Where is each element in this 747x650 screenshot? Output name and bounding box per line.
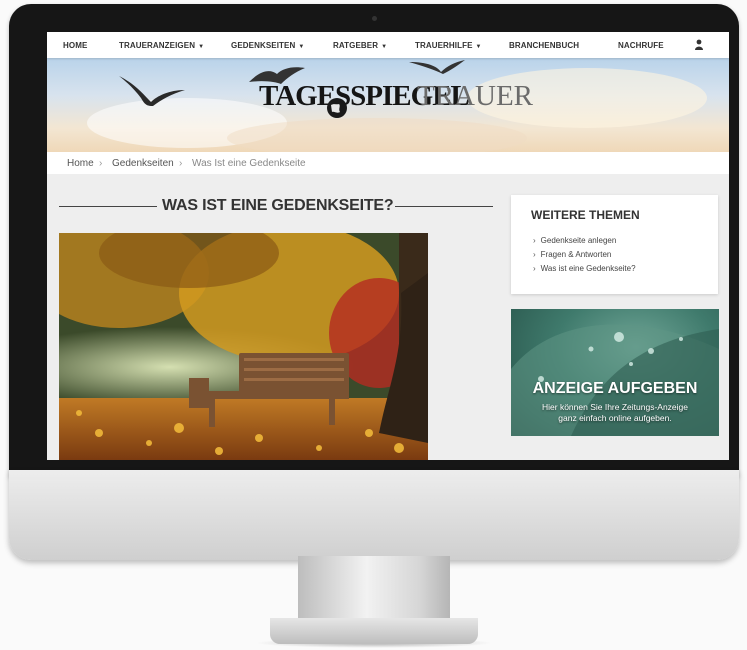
breadcrumb-separator: › xyxy=(179,158,183,169)
page-heading-block: WAS IST EINE GEDENKSEITE? xyxy=(59,194,493,218)
nav-branchenbuch[interactable]: BRANCHENBUCH xyxy=(509,41,579,50)
screen: HOME TRAUERANZEIGEN ▼ GEDENKSEITEN ▼ RATGE… xyxy=(47,32,729,460)
logo-trauer: TRAUER xyxy=(417,80,533,112)
sidebar-title: WEITERE THEMEN xyxy=(531,208,640,222)
user-icon[interactable] xyxy=(695,39,703,50)
nav-trauerhilfe[interactable]: TRAUERHILFE ▼ xyxy=(415,41,482,50)
chevron-right-icon: › xyxy=(533,264,536,273)
camera-dot xyxy=(372,16,377,21)
globe-icon xyxy=(327,98,347,118)
chevron-down-icon: ▼ xyxy=(475,44,482,50)
page-title: WAS IST EINE GEDENKSEITE? xyxy=(162,197,394,214)
seagull-image xyxy=(119,76,185,106)
header-banner: TAGESSPIEGEL TRAUER xyxy=(47,58,729,152)
chevron-down-icon: ▼ xyxy=(198,44,205,50)
seagull-image xyxy=(409,60,465,74)
breadcrumb-current: Was Ist eine Gedenkseite xyxy=(192,158,306,169)
ad-text: Hier können Sie Ihre Zeitungs-Anzeige gan… xyxy=(542,402,688,423)
monitor: HOME TRAUERANZEIGEN ▼ GEDENKSEITEN ▼ RATGE… xyxy=(9,4,739,560)
chevron-down-icon: ▼ xyxy=(381,44,388,50)
breadcrumb-separator: › xyxy=(99,158,103,169)
breadcrumb-home[interactable]: Home xyxy=(67,158,94,169)
chevron-down-icon: ▼ xyxy=(298,44,305,50)
monitor-stand-base xyxy=(270,618,478,644)
nav-nachrufe[interactable]: NACHRUFE xyxy=(618,41,664,50)
nav-home[interactable]: HOME xyxy=(63,41,87,50)
chevron-right-icon: › xyxy=(533,250,536,259)
ad-banner[interactable]: ANZEIGE AUFGEBEN Hier können Sie Ihre Ze… xyxy=(511,309,719,436)
breadcrumb: Home › Gedenkseiten › Was Ist eine Geden… xyxy=(47,152,729,174)
top-navbar: HOME TRAUERANZEIGEN ▼ GEDENKSEITEN ▼ RATGE… xyxy=(47,32,729,58)
divider xyxy=(59,206,157,207)
sidebar-link-gedenkseite-anlegen[interactable]: › Gedenkseite anlegen xyxy=(533,236,616,245)
more-topics-box: WEITERE THEMEN › Gedenkseite anlegen › Fra… xyxy=(511,195,718,294)
sidebar-link-was-ist[interactable]: › Was ist eine Gedenkseite? xyxy=(533,264,636,273)
chevron-right-icon: › xyxy=(533,236,536,245)
monitor-stand-neck xyxy=(298,556,450,622)
monitor-chin xyxy=(9,470,739,560)
ad-title: ANZEIGE AUFGEBEN xyxy=(532,380,698,397)
breadcrumb-gedenkseiten[interactable]: Gedenkseiten xyxy=(112,158,174,169)
nav-gedenkseiten[interactable]: GEDENKSEITEN ▼ xyxy=(231,41,304,50)
sidebar-link-fragen-antworten[interactable]: › Fragen & Antworten xyxy=(533,250,611,259)
divider xyxy=(395,206,493,207)
nav-traueranzeigen[interactable]: TRAUERANZEIGEN ▼ xyxy=(119,41,204,50)
nav-ratgeber[interactable]: RATGEBER ▼ xyxy=(333,41,387,50)
autumn-bench-image xyxy=(59,233,428,460)
